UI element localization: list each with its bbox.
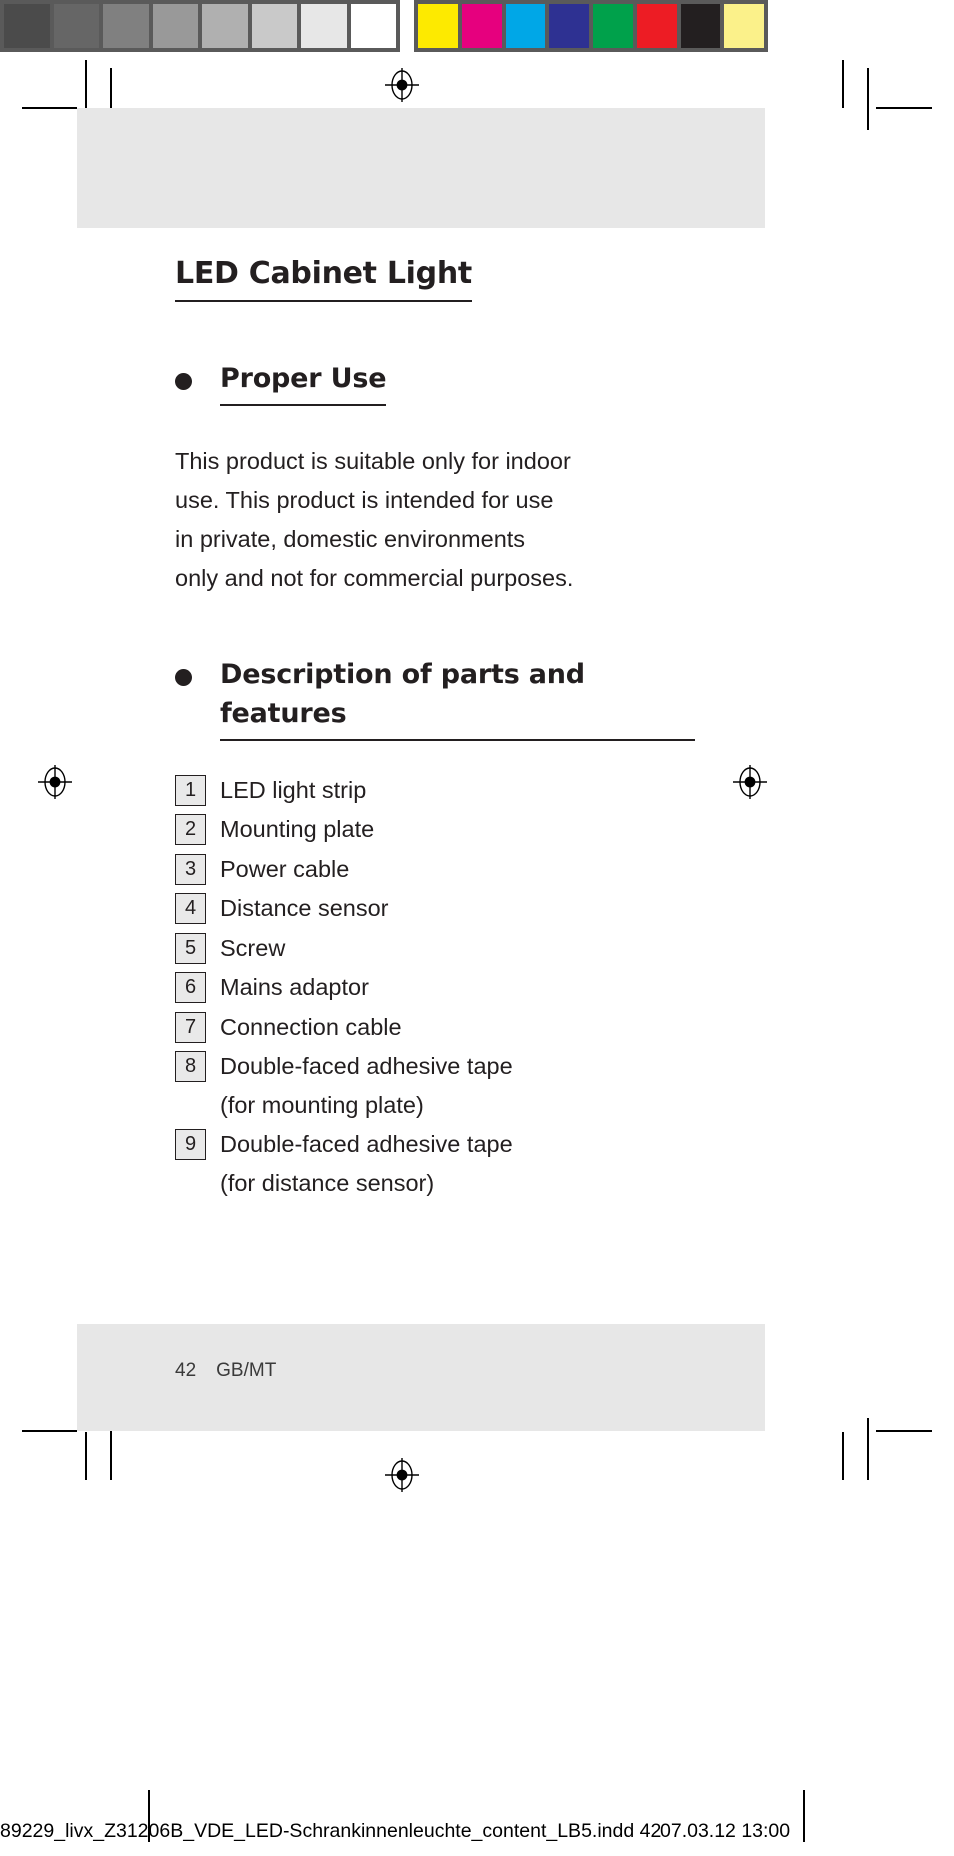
- part-label: Power cable: [220, 855, 350, 882]
- list-item: 6 Mains adaptor: [175, 968, 695, 1007]
- grayscale-patch: [152, 4, 198, 48]
- part-number-box: 2: [175, 814, 206, 846]
- grayscale-calibration-block: [0, 0, 400, 52]
- part-number-box: 8: [175, 1051, 206, 1083]
- grayscale-patch: [4, 4, 50, 48]
- crop-mark-bottom-right-vertical-2: [867, 1418, 869, 1480]
- imprint-slug: 89229_livx_Z31206B_VDE_LED-Schrankinnenl…: [0, 1820, 954, 1850]
- part-label: Double-faced adhesive tape (for distance…: [220, 1131, 513, 1196]
- color-patch: [724, 4, 764, 48]
- list-item: 9 Double-faced adhesive tape (for distan…: [175, 1125, 695, 1202]
- part-number-box: 4: [175, 893, 206, 925]
- section-body-proper-use: This product is suitable only for indoor…: [175, 448, 574, 592]
- crop-mark-top-right-vertical: [842, 60, 844, 108]
- imprint-datestamp: 07.03.12 13:00: [660, 1820, 791, 1842]
- page-content: LED Cabinet Light Proper Use This produc…: [175, 256, 695, 1203]
- list-item: 4 Distance sensor: [175, 889, 695, 928]
- crop-mark-top-left-horizontal: [22, 107, 77, 109]
- color-patch: [549, 4, 589, 48]
- registration-mark-top: [385, 68, 419, 102]
- part-label: Screw: [220, 934, 286, 961]
- part-number-box: 9: [175, 1129, 206, 1161]
- crop-mark-bottom-right-vertical: [842, 1432, 844, 1480]
- color-patch: [505, 4, 546, 48]
- section-heading-row: Proper Use: [175, 360, 695, 407]
- list-item: 3 Power cable: [175, 850, 695, 889]
- part-number-box: 3: [175, 853, 206, 885]
- part-number-box: 1: [175, 774, 206, 806]
- list-item: 7 Connection cable: [175, 1008, 695, 1047]
- crop-mark-bottom-left-vertical: [85, 1432, 87, 1480]
- registration-mark-bottom: [385, 1458, 419, 1492]
- parts-list: 1 LED light strip 2 Mounting plate 3 Pow…: [175, 771, 695, 1203]
- crop-mark-top-left-vertical: [85, 60, 87, 108]
- section-title-description-of-parts: Description of parts and features: [220, 656, 695, 741]
- list-item: 5 Screw: [175, 929, 695, 968]
- color-patch: [680, 4, 721, 48]
- footer-locale: GB/MT: [216, 1360, 277, 1381]
- list-item: 1 LED light strip: [175, 771, 695, 810]
- page-title: LED Cabinet Light: [175, 256, 472, 302]
- registration-mark-left: [38, 765, 72, 799]
- part-label: Mains adaptor: [220, 974, 369, 1001]
- grayscale-patch: [53, 4, 99, 48]
- section-description-of-parts: Description of parts and features 1 LED …: [175, 656, 695, 1202]
- part-number-box: 5: [175, 932, 206, 964]
- color-calibration-block: [414, 0, 768, 52]
- color-patch: [636, 4, 677, 48]
- color-patch: [593, 4, 633, 48]
- color-patch: [418, 4, 458, 48]
- page-footer: 42 GB/MT: [175, 1360, 276, 1382]
- grayscale-patch: [103, 4, 149, 48]
- manual-page: LED Cabinet Light Proper Use This produc…: [77, 108, 765, 1431]
- part-label: Distance sensor: [220, 895, 389, 922]
- grayscale-patch: [202, 4, 248, 48]
- imprint-filename: 89229_livx_Z31206B_VDE_LED-Schrankinnenl…: [0, 1820, 662, 1842]
- grayscale-patch: [350, 4, 396, 48]
- crop-mark-top-right-horizontal: [876, 107, 932, 109]
- part-label: Connection cable: [220, 1013, 402, 1040]
- bullet-disc-icon: [175, 373, 192, 390]
- part-label: LED light strip: [220, 776, 367, 803]
- section-title-proper-use: Proper Use: [220, 360, 387, 407]
- list-item: 8 Double-faced adhesive tape (for mounti…: [175, 1047, 695, 1124]
- footer-page-number: 42: [175, 1360, 197, 1381]
- crop-mark-bottom-left-horizontal: [22, 1430, 77, 1432]
- bullet-disc-icon: [175, 669, 192, 687]
- part-label: Mounting plate: [220, 816, 375, 843]
- section-proper-use: Proper Use This product is suitable only…: [175, 360, 695, 598]
- crop-mark-top-right-vertical-2: [867, 68, 869, 130]
- grayscale-patch: [251, 4, 297, 48]
- page-top-band: [77, 108, 765, 228]
- grayscale-patch: [301, 4, 347, 48]
- calibration-bar: [0, 0, 954, 52]
- part-label: Double-faced adhesive tape (for mounting…: [220, 1053, 513, 1118]
- part-number-box: 6: [175, 972, 206, 1004]
- color-patch: [461, 4, 502, 48]
- list-item: 2 Mounting plate: [175, 810, 695, 849]
- part-number-box: 7: [175, 1011, 206, 1043]
- crop-mark-bottom-right-horizontal: [876, 1430, 932, 1432]
- section-heading-row: Description of parts and features: [175, 656, 695, 741]
